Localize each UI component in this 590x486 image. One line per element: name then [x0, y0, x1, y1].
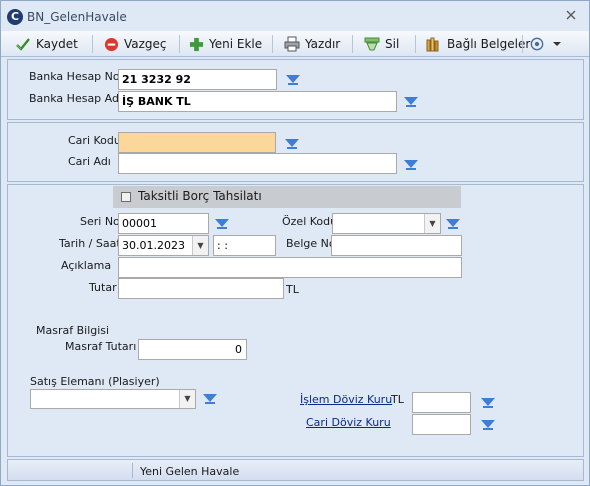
sales-rep-label: Satış Elemanı (Plasiyer)	[30, 375, 160, 388]
checkmark-icon	[16, 38, 30, 51]
special-code-select[interactable]: ▼	[332, 213, 441, 234]
linked-documents-button[interactable]: Bağlı Belgeler	[426, 34, 530, 54]
filter-funnel-icon[interactable]	[286, 75, 300, 85]
customer-section: Cari Kodu Cari Adı	[7, 122, 584, 182]
status-separator	[132, 463, 133, 478]
linked-documents-label: Bağlı Belgeler	[447, 37, 531, 51]
toolbar-separator	[92, 35, 93, 53]
bank-account-name-field[interactable]: İŞ BANK TL	[118, 91, 397, 112]
bank-section: Banka Hesap No 21 3232 92 Banka Hesap Ad…	[7, 59, 584, 120]
cancel-button[interactable]: Vazgeç	[104, 34, 167, 54]
add-new-button[interactable]: Yeni Ekle	[189, 34, 262, 54]
bank-account-no-field[interactable]: 21 3232 92	[118, 69, 277, 90]
toolbar: Kaydet Vazgeç Yeni Ekle Yazdır Sil Bağlı…	[1, 31, 589, 57]
filter-funnel-icon[interactable]	[481, 398, 495, 408]
filter-funnel-icon[interactable]	[203, 394, 217, 404]
plus-icon	[189, 37, 204, 51]
filter-funnel-icon[interactable]	[404, 160, 418, 170]
date-time-label: Tarih / Saat	[59, 237, 121, 250]
transaction-rate-currency: TL	[391, 393, 404, 406]
app-logo-icon: C	[7, 9, 23, 25]
status-text: Yeni Gelen Havale	[140, 465, 240, 478]
filter-funnel-icon[interactable]	[446, 219, 460, 229]
status-bar: Yeni Gelen Havale	[7, 459, 584, 481]
chevron-down-icon	[553, 42, 561, 46]
installment-label: Taksitli Borç Tahsilatı	[138, 189, 262, 203]
sales-rep-dropdown-button[interactable]: ▼	[179, 390, 195, 408]
cancel-icon	[104, 37, 119, 51]
customer-rate-field[interactable]	[412, 414, 471, 435]
date-dropdown-button[interactable]: ▼	[192, 236, 208, 255]
toolbar-separator	[522, 35, 523, 53]
customer-name-label: Cari Adı	[68, 155, 111, 168]
options-dropdown-button[interactable]	[530, 34, 566, 54]
expense-amount-field[interactable]: 0	[138, 339, 247, 360]
app-window: C BN_GelenHavale Kaydet Vazgeç Yeni Ekle…	[0, 0, 590, 486]
expense-amount-label: Masraf Tutarı	[65, 340, 137, 353]
delete-label: Sil	[385, 37, 400, 51]
expense-section-label: Masraf Bilgisi	[36, 324, 110, 337]
close-button[interactable]	[561, 7, 581, 27]
filter-funnel-icon[interactable]	[404, 97, 418, 107]
print-label: Yazdır	[305, 37, 341, 51]
printer-icon	[284, 36, 300, 52]
customer-code-label: Cari Kodu	[68, 134, 121, 147]
add-new-label: Yeni Ekle	[209, 37, 263, 51]
window-title: BN_GelenHavale	[27, 10, 127, 24]
filter-funnel-icon[interactable]	[215, 219, 229, 229]
date-value: 30.01.2023	[122, 239, 185, 252]
filter-funnel-icon[interactable]	[481, 420, 495, 430]
print-button[interactable]: Yazdır	[284, 34, 340, 54]
customer-rate-link[interactable]: Cari Döviz Kuru	[306, 416, 391, 429]
amount-field[interactable]	[118, 278, 284, 299]
toolbar-separator	[179, 35, 180, 53]
toolbar-separator	[415, 35, 416, 53]
document-no-field[interactable]	[331, 235, 462, 256]
close-icon	[566, 10, 576, 20]
special-code-dropdown-button[interactable]: ▼	[424, 214, 440, 233]
amount-label: Tutar	[89, 281, 117, 294]
options-icon	[530, 37, 544, 51]
transaction-rate-field[interactable]	[412, 392, 471, 413]
special-code-label: Özel Kodu	[282, 215, 338, 228]
save-button[interactable]: Kaydet	[15, 34, 78, 54]
date-field[interactable]: 30.01.2023 ▼	[118, 235, 209, 256]
bank-account-no-label: Banka Hesap No	[29, 70, 120, 83]
documents-icon	[426, 37, 439, 52]
serial-no-label: Seri No	[80, 215, 120, 228]
document-no-label: Belge No	[286, 237, 336, 250]
save-label: Kaydet	[36, 37, 78, 51]
time-field[interactable]: : :	[213, 235, 276, 256]
filter-funnel-icon[interactable]	[285, 139, 299, 149]
customer-name-field[interactable]	[118, 153, 397, 174]
toolbar-separator	[272, 35, 273, 53]
description-label: Açıklama	[61, 259, 112, 272]
description-field[interactable]	[118, 257, 462, 278]
cancel-label: Vazgeç	[124, 37, 167, 51]
customer-code-field[interactable]	[118, 132, 276, 153]
sales-rep-select[interactable]: ▼	[30, 389, 196, 409]
delete-button[interactable]: Sil	[364, 34, 399, 54]
installment-checkbox-row[interactable]: Taksitli Borç Tahsilatı	[113, 186, 461, 208]
amount-currency-label: TL	[286, 283, 299, 296]
installment-checkbox[interactable]	[121, 192, 131, 202]
bank-account-name-label: Banka Hesap Adı	[29, 92, 123, 105]
toolbar-separator	[352, 35, 353, 53]
eraser-icon	[364, 37, 380, 51]
transaction-rate-link[interactable]: İşlem Döviz Kuru	[300, 393, 392, 406]
serial-no-field[interactable]: 00001	[118, 213, 209, 234]
title-bar: C BN_GelenHavale	[1, 1, 589, 31]
